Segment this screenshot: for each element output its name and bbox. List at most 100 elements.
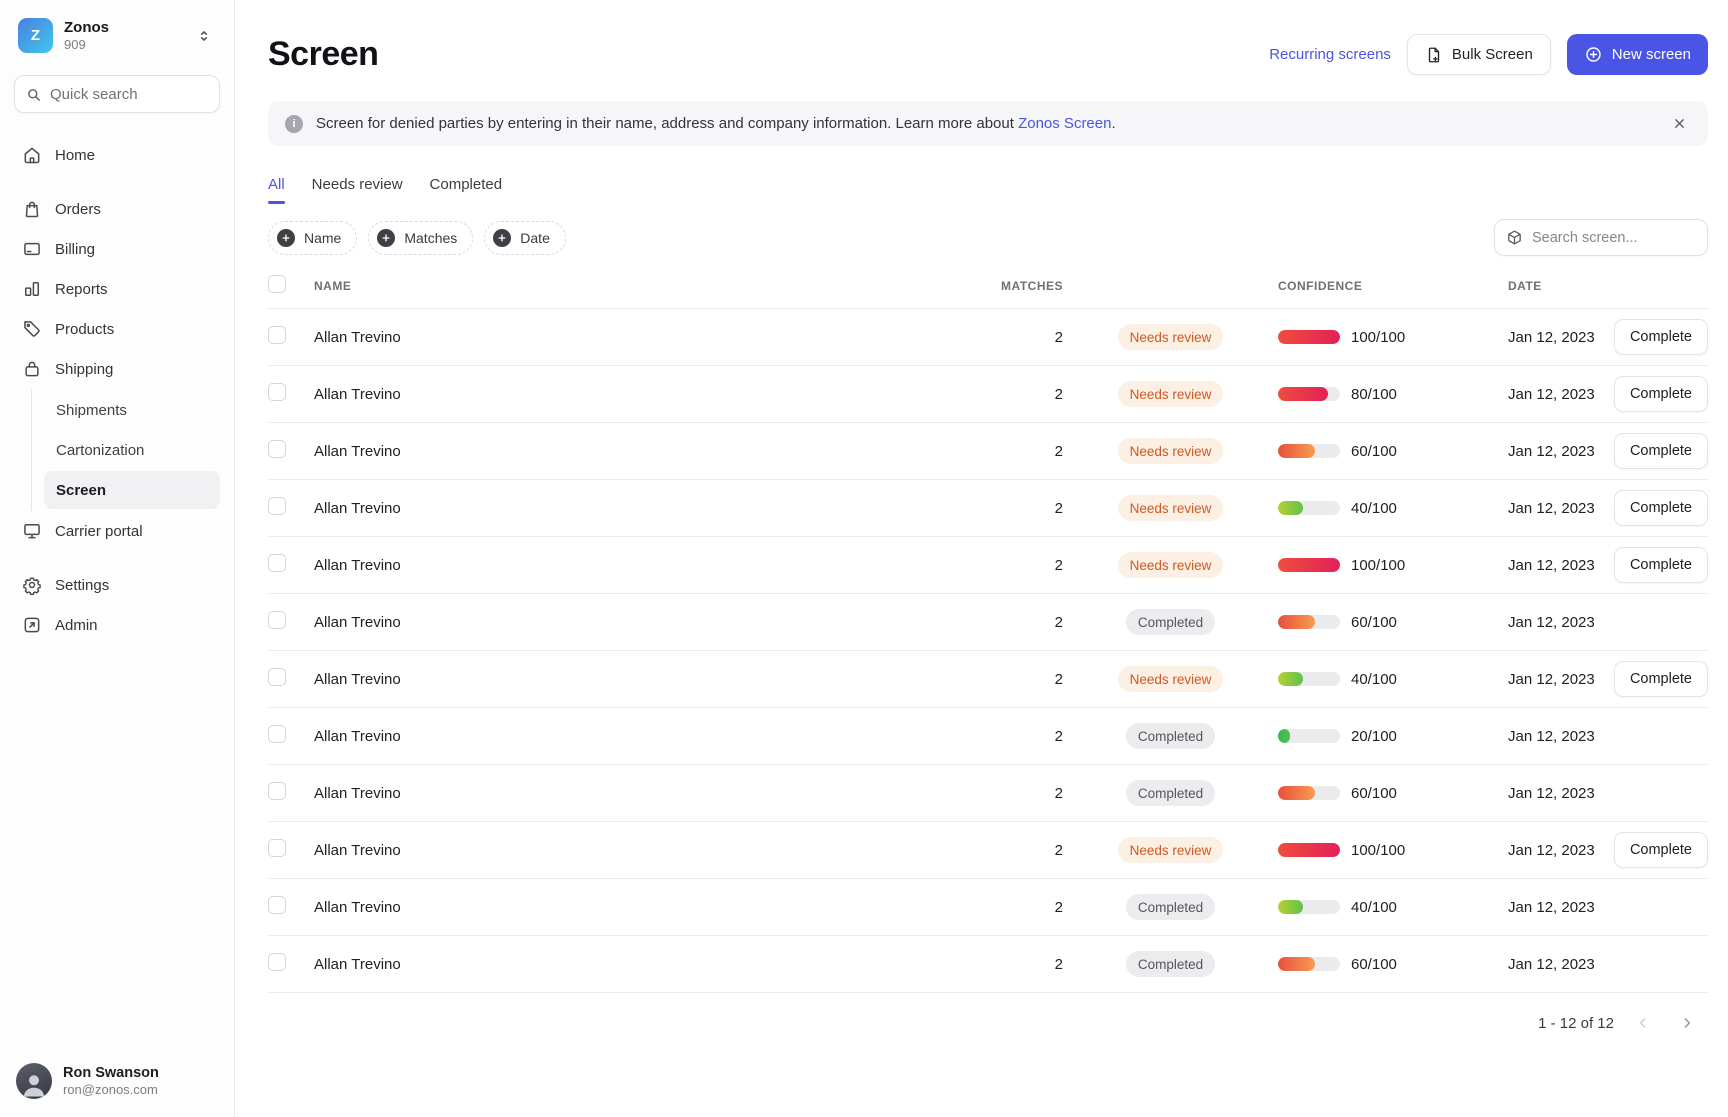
row-name: Allan Trevino bbox=[314, 728, 943, 745]
reports-icon bbox=[22, 279, 42, 299]
sidebar-item-label: Carrier portal bbox=[55, 523, 143, 540]
complete-button[interactable]: Complete bbox=[1614, 490, 1708, 526]
filter-chip-date[interactable]: Date bbox=[484, 221, 566, 255]
tab-all[interactable]: All bbox=[268, 176, 285, 204]
status-badge: Needs review bbox=[1118, 837, 1224, 863]
table-row: Allan Trevino 2 Needs review 80/100 Jan … bbox=[268, 366, 1708, 423]
new-screen-button[interactable]: New screen bbox=[1567, 34, 1708, 75]
screens-table: NAME MATCHES CONFIDENCE DATE Allan Trevi… bbox=[268, 275, 1708, 993]
org-switcher-icon[interactable] bbox=[192, 24, 216, 48]
row-checkbox[interactable] bbox=[268, 611, 286, 629]
tab-needs-review[interactable]: Needs review bbox=[312, 176, 403, 204]
row-matches: 2 bbox=[943, 386, 1063, 403]
sidebar-item-home[interactable]: Home bbox=[14, 135, 220, 175]
table-search[interactable] bbox=[1494, 219, 1708, 256]
row-name: Allan Trevino bbox=[314, 785, 943, 802]
sidebar-item-admin[interactable]: Admin bbox=[14, 605, 220, 645]
complete-button[interactable]: Complete bbox=[1614, 319, 1708, 355]
row-date: Jan 12, 2023 bbox=[1508, 557, 1618, 574]
org-logo: Z bbox=[18, 18, 53, 53]
row-checkbox[interactable] bbox=[268, 554, 286, 572]
table-search-input[interactable] bbox=[1532, 230, 1696, 246]
orders-icon bbox=[22, 199, 42, 219]
row-matches: 2 bbox=[943, 557, 1063, 574]
confidence-label: 40/100 bbox=[1351, 500, 1397, 517]
plus-icon bbox=[377, 229, 395, 247]
row-checkbox[interactable] bbox=[268, 839, 286, 857]
confidence-label: 100/100 bbox=[1351, 842, 1405, 859]
row-checkbox[interactable] bbox=[268, 782, 286, 800]
row-date: Jan 12, 2023 bbox=[1508, 956, 1618, 973]
row-checkbox[interactable] bbox=[268, 953, 286, 971]
quick-search[interactable] bbox=[14, 75, 220, 113]
sidebar-item-shipments[interactable]: Shipments bbox=[44, 391, 220, 429]
row-date: Jan 12, 2023 bbox=[1508, 728, 1618, 745]
row-checkbox[interactable] bbox=[268, 896, 286, 914]
close-icon[interactable] bbox=[1668, 112, 1691, 135]
table-row: Allan Trevino 2 Needs review 100/100 Jan… bbox=[268, 537, 1708, 594]
complete-button[interactable]: Complete bbox=[1614, 433, 1708, 469]
sidebar-item-reports[interactable]: Reports bbox=[14, 269, 220, 309]
sidebar-item-label: Shipping bbox=[55, 361, 113, 378]
row-date: Jan 12, 2023 bbox=[1508, 671, 1618, 688]
sidebar-item-products[interactable]: Products bbox=[14, 309, 220, 349]
confidence-label: 100/100 bbox=[1351, 329, 1405, 346]
org-number: 909 bbox=[64, 37, 109, 52]
confidence-bar bbox=[1278, 387, 1340, 401]
row-name: Allan Trevino bbox=[314, 956, 943, 973]
confidence-label: 60/100 bbox=[1351, 956, 1397, 973]
row-name: Allan Trevino bbox=[314, 671, 943, 688]
row-matches: 2 bbox=[943, 728, 1063, 745]
recurring-screens-link[interactable]: Recurring screens bbox=[1269, 46, 1391, 63]
org-switcher-row[interactable]: Z Zonos 909 bbox=[12, 16, 222, 55]
row-checkbox[interactable] bbox=[268, 440, 286, 458]
user-avatar bbox=[16, 1063, 52, 1099]
confidence-label: 20/100 bbox=[1351, 728, 1397, 745]
table-row: Allan Trevino 2 Needs review 60/100 Jan … bbox=[268, 423, 1708, 480]
row-date: Jan 12, 2023 bbox=[1508, 614, 1618, 631]
zonos-screen-link[interactable]: Zonos Screen bbox=[1018, 115, 1111, 132]
chevron-right-icon[interactable] bbox=[1672, 1008, 1702, 1038]
table-row: Allan Trevino 2 Needs review 40/100 Jan … bbox=[268, 651, 1708, 708]
sidebar-item-settings[interactable]: Settings bbox=[14, 565, 220, 605]
status-badge: Completed bbox=[1126, 894, 1215, 920]
quick-search-input[interactable] bbox=[50, 86, 209, 103]
table-row: Allan Trevino 2 Needs review 100/100 Jan… bbox=[268, 822, 1708, 879]
filter-chip-name[interactable]: Name bbox=[268, 221, 357, 255]
complete-button[interactable]: Complete bbox=[1614, 547, 1708, 583]
confidence-label: 80/100 bbox=[1351, 386, 1397, 403]
row-checkbox[interactable] bbox=[268, 383, 286, 401]
sidebar-item-label: Reports bbox=[55, 281, 108, 298]
org-name: Zonos bbox=[64, 19, 109, 36]
sidebar-item-shipping[interactable]: Shipping bbox=[14, 349, 220, 389]
row-date: Jan 12, 2023 bbox=[1508, 386, 1618, 403]
filter-chip-matches[interactable]: Matches bbox=[368, 221, 473, 255]
row-name: Allan Trevino bbox=[314, 386, 943, 403]
user-profile[interactable]: Ron Swanson ron@zonos.com bbox=[12, 1057, 222, 1099]
filter-toolbar: Name Matches Date bbox=[268, 219, 1708, 256]
row-checkbox[interactable] bbox=[268, 326, 286, 344]
sidebar-item-billing[interactable]: Billing bbox=[14, 229, 220, 269]
select-all-checkbox[interactable] bbox=[268, 275, 286, 293]
status-badge: Completed bbox=[1126, 723, 1215, 749]
sidebar-item-carrier-portal[interactable]: Carrier portal bbox=[14, 511, 220, 551]
row-checkbox[interactable] bbox=[268, 497, 286, 515]
row-checkbox[interactable] bbox=[268, 725, 286, 743]
row-name: Allan Trevino bbox=[314, 614, 943, 631]
row-name: Allan Trevino bbox=[314, 500, 943, 517]
complete-button[interactable]: Complete bbox=[1614, 661, 1708, 697]
row-matches: 2 bbox=[943, 614, 1063, 631]
sidebar-item-cartonization[interactable]: Cartonization bbox=[44, 431, 220, 469]
chevron-left-icon[interactable] bbox=[1628, 1008, 1658, 1038]
bulk-screen-button[interactable]: Bulk Screen bbox=[1407, 34, 1551, 75]
complete-button[interactable]: Complete bbox=[1614, 376, 1708, 412]
table-row: Allan Trevino 2 Needs review 100/100 Jan… bbox=[268, 309, 1708, 366]
sidebar-item-screen[interactable]: Screen bbox=[44, 471, 220, 509]
row-matches: 2 bbox=[943, 500, 1063, 517]
complete-button[interactable]: Complete bbox=[1614, 832, 1708, 868]
sidebar-item-orders[interactable]: Orders bbox=[14, 189, 220, 229]
table-row: Allan Trevino 2 Completed 60/100 Jan 12,… bbox=[268, 936, 1708, 993]
row-name: Allan Trevino bbox=[314, 329, 943, 346]
tab-completed[interactable]: Completed bbox=[430, 176, 503, 204]
row-checkbox[interactable] bbox=[268, 668, 286, 686]
